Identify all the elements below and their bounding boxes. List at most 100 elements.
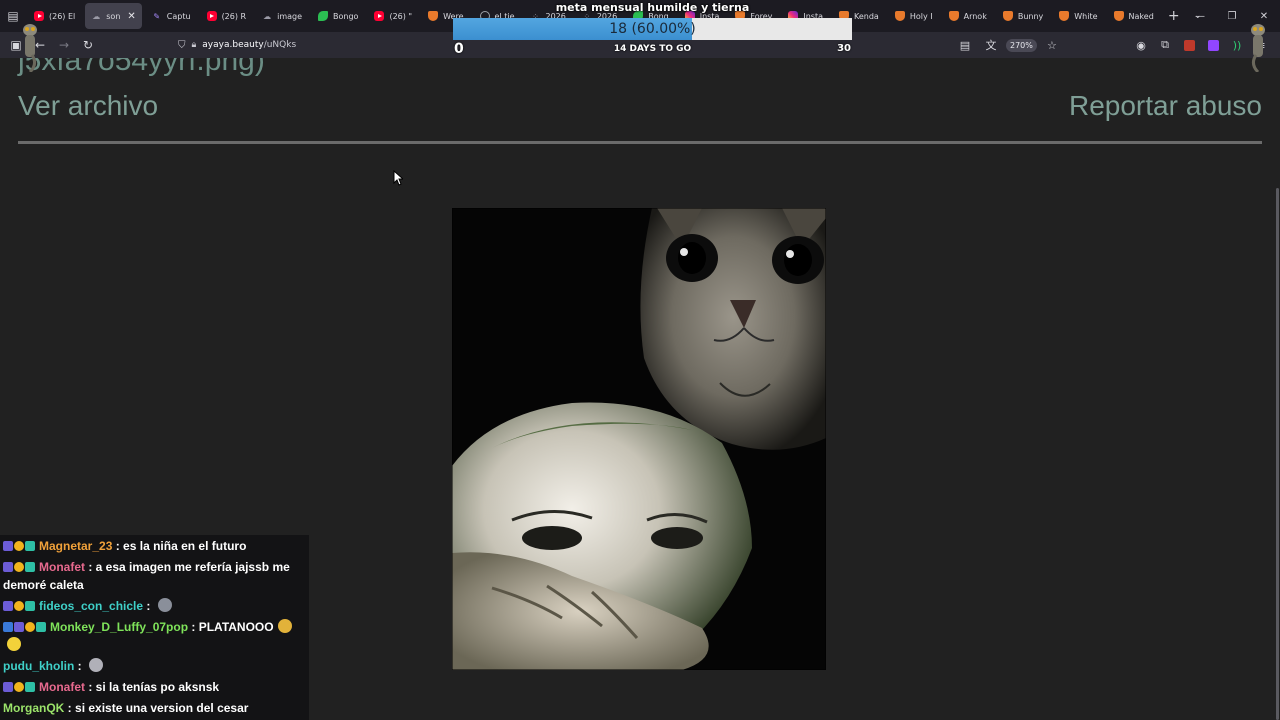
chat-username[interactable]: fideos_con_chicle <box>39 599 143 613</box>
chat-text: si la tenías po aksnsk <box>95 680 220 694</box>
chat-separator: : <box>85 680 96 694</box>
tab-label: White <box>1074 11 1098 21</box>
cloud-icon: ☁ <box>263 11 272 21</box>
chat-username[interactable]: Monkey_D_Luffy_07pop <box>50 620 188 634</box>
chat-badge-icon <box>3 541 13 551</box>
report-abuse-link[interactable]: Reportar abuso <box>1069 90 1262 122</box>
chat-separator: : <box>74 659 85 673</box>
chat-separator: : <box>188 620 199 634</box>
view-file-link[interactable]: Ver archivo <box>18 90 158 122</box>
reader-view-icon[interactable]: ▤ <box>954 34 976 56</box>
chat-emote-icon <box>89 658 103 672</box>
pen-icon: ✎ <box>153 11 161 21</box>
tab-label: Arnok <box>963 11 987 21</box>
tab-label: (26) " <box>389 11 413 21</box>
zoom-level-badge[interactable]: 270% <box>1006 38 1037 52</box>
goal-title: meta mensual humilde y tierna <box>555 1 750 14</box>
chat-text: PLATANOOO <box>198 620 274 634</box>
chat-username[interactable]: Magnetar_23 <box>39 539 112 553</box>
extensions-puzzle-icon[interactable]: ⧉ <box>1154 34 1176 56</box>
goal-max-value: 30 <box>837 43 851 54</box>
tab-label: Kenda <box>854 11 879 21</box>
tab-label: (26) R <box>221 11 247 21</box>
youtube-icon <box>206 11 217 21</box>
chat-badge-icon <box>3 622 13 632</box>
fox-icon <box>1113 11 1124 21</box>
scrollbar[interactable] <box>1276 188 1279 720</box>
tab[interactable]: Bongo <box>312 3 364 29</box>
tab[interactable]: (26) " <box>368 3 418 29</box>
chat-separator: : <box>112 539 124 553</box>
minimize-icon[interactable]: — <box>1184 0 1216 32</box>
tab-label: Naked <box>1128 11 1154 21</box>
lemur-sticker-icon <box>23 24 37 72</box>
chat-emote-icon <box>7 637 21 651</box>
cloud-icon: ☁ <box>92 11 101 21</box>
chat-separator: : <box>143 599 154 613</box>
tab-close-icon[interactable]: ✕ <box>127 11 135 22</box>
tab[interactable]: ✎ Captu <box>146 3 197 29</box>
url-path: /uNQks <box>263 40 297 50</box>
goal-days-left: 14 DAYS TO GO <box>613 44 692 54</box>
fox-icon <box>1059 11 1070 21</box>
account-icon[interactable]: ◉ <box>1130 34 1152 56</box>
lemur-sticker-icon <box>1251 24 1265 72</box>
chat-username[interactable]: Monafet <box>39 560 85 574</box>
chat-text: es la niña en el futuro <box>123 539 247 553</box>
page-filename-fragment: j5xfa7o54yyrf.png) <box>18 58 265 77</box>
chat-badge-icon <box>14 682 24 692</box>
chat-badge-icon <box>3 601 13 611</box>
translate-icon[interactable]: 文 <box>980 34 1002 56</box>
fox-icon <box>948 11 959 21</box>
chat-badge-icon <box>14 601 24 611</box>
chat-badge-icon <box>14 622 24 632</box>
tab-label: Holy I <box>909 11 933 21</box>
url-bar[interactable]: ⛉ 🔒︎ ayaya.beauty/uNQks <box>178 34 436 56</box>
twitch-extension-icon[interactable] <box>1202 34 1224 56</box>
new-tab-button[interactable]: + <box>1162 8 1186 24</box>
tab[interactable]: Naked <box>1108 3 1160 29</box>
chat-username[interactable]: pudu_kholin <box>3 659 74 673</box>
chat-badge-icon <box>25 622 35 632</box>
chat-separator: : <box>64 701 76 715</box>
tracking-shield-icon[interactable]: ⛉ <box>178 40 186 51</box>
divider <box>18 141 1262 144</box>
ublock-icon[interactable] <box>1178 34 1200 56</box>
reload-icon[interactable]: ↻ <box>76 33 100 57</box>
tab[interactable]: Bunny <box>997 3 1049 29</box>
goal-progress-text: 18 (60.00%) <box>609 21 696 37</box>
tab-label: son <box>106 11 121 21</box>
cat-and-child-photo <box>452 208 826 670</box>
chat-message: Monafet : a esa imagen me refería jajssb… <box>3 557 306 596</box>
audio-extension-icon[interactable]: )) <box>1226 34 1248 56</box>
lock-icon[interactable]: 🔒︎ <box>192 40 197 50</box>
leaf-icon <box>318 11 329 21</box>
chat-badge-icon <box>25 541 35 551</box>
chat-badge-icon <box>14 562 24 572</box>
restore-icon[interactable]: ❐ <box>1216 0 1248 32</box>
tab[interactable]: White <box>1053 3 1103 29</box>
bookmark-star-icon[interactable]: ☆ <box>1041 34 1063 56</box>
tab-label: (26) El <box>49 11 76 21</box>
fox-icon <box>1002 11 1013 21</box>
chat-badge-icon <box>25 682 35 692</box>
tab-label: image <box>277 11 303 21</box>
chat-badge-icon <box>3 562 13 572</box>
chat-username[interactable]: MorganQK <box>3 701 64 715</box>
chat-message: MorganQK : si existe una version del ces… <box>3 698 306 719</box>
chat-text: si existe una version del cesar <box>75 701 249 715</box>
chat-username[interactable]: Monafet <box>39 680 85 694</box>
tab[interactable]: ☁ image <box>256 3 308 29</box>
stream-goal-widget: meta mensual humilde y tierna 18 (60.00%… <box>453 0 852 60</box>
chat-badge-icon <box>14 541 24 551</box>
tab[interactable]: Holy I <box>889 3 939 29</box>
tab[interactable]: Arnok <box>943 3 993 29</box>
tab[interactable]: ☁ son ✕ <box>85 3 142 29</box>
stream-chat-overlay: Magnetar_23 : es la niña en el futuro Mon… <box>0 535 309 720</box>
goal-progress-bar: 18 (60.00%) <box>453 18 852 40</box>
tab-label: Bunny <box>1017 11 1044 21</box>
forward-arrow-icon[interactable]: → <box>52 33 76 57</box>
chat-message: Monkey_D_Luffy_07pop : PLATANOOO <box>3 617 306 656</box>
tab[interactable]: (26) R <box>201 3 253 29</box>
chat-message: Monafet : si la tenías po aksnsk <box>3 677 306 698</box>
